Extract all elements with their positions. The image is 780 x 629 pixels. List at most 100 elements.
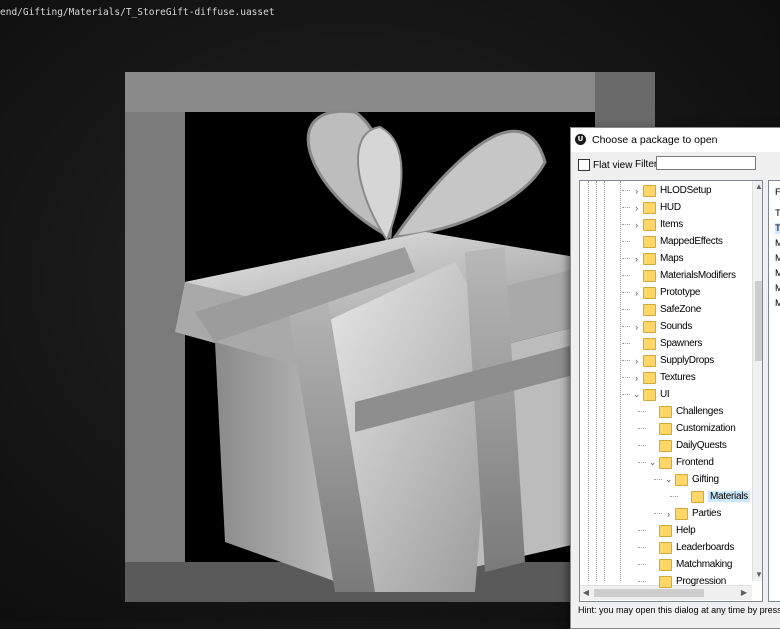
chevron-down-icon[interactable]: ⌄ [632, 389, 641, 400]
flat-view-checkbox[interactable]: Flat view [578, 159, 632, 171]
folder-icon [643, 252, 656, 265]
filter-input[interactable] [656, 156, 756, 170]
list-item[interactable]: M [775, 253, 780, 264]
tree-item[interactable]: Customization [648, 420, 736, 437]
tree-guide-line [622, 292, 630, 293]
tree-item[interactable]: › Items [632, 216, 683, 233]
tree-item-label: Items [660, 219, 683, 230]
checkbox-box[interactable] [578, 159, 590, 171]
chevron-right-icon[interactable]: › [632, 220, 641, 230]
folder-icon [643, 184, 656, 197]
folder-icon [643, 371, 656, 384]
choose-package-dialog: U Choose a package to open Flat view Fil… [570, 127, 780, 629]
tree-item-label: Textures [660, 372, 696, 383]
tree-guide-line [622, 190, 630, 191]
tree-guide-line [620, 181, 621, 581]
tree-item[interactable]: ⌄ Frontend [648, 454, 714, 471]
tree-item[interactable]: DailyQuests [648, 437, 727, 454]
chevron-down-icon[interactable]: ⌄ [648, 457, 657, 468]
tree-guide-line [638, 581, 646, 582]
tree-item[interactable]: › Maps [632, 250, 684, 267]
horizontal-scroll-thumb[interactable] [594, 589, 704, 597]
scroll-right-arrow-icon[interactable]: ▶ [738, 587, 750, 599]
tree-item[interactable]: Help [648, 522, 696, 539]
folder-icon [659, 405, 672, 418]
chevron-right-icon[interactable]: › [632, 186, 641, 196]
tree-vertical-scrollbar[interactable]: ▲ ▼ [752, 181, 762, 581]
unreal-logo-icon: U [575, 134, 586, 145]
tree-item[interactable]: Matchmaking [648, 556, 732, 573]
folder-icon [659, 524, 672, 537]
scroll-down-arrow-icon[interactable]: ▼ [753, 569, 762, 581]
chevron-right-icon[interactable]: › [632, 203, 641, 213]
folder-icon [643, 320, 656, 333]
scroll-left-arrow-icon[interactable]: ◀ [580, 587, 592, 599]
dialog-title-bar[interactable]: U Choose a package to open [571, 128, 780, 152]
package-list-panel[interactable]: FTTMMMMM [768, 180, 780, 602]
tree-item[interactable]: › Prototype [632, 284, 700, 301]
tree-item-label: Customization [676, 423, 736, 434]
tree-item[interactable]: Progression [648, 573, 726, 590]
list-item[interactable]: M [775, 238, 780, 249]
tree-guide-line [622, 224, 630, 225]
chevron-right-icon[interactable]: › [632, 322, 641, 332]
tree-guide-line [622, 326, 630, 327]
tree-guide-line [622, 360, 630, 361]
asset-path: end/Gifting/Materials/T_StoreGift-diffus… [0, 7, 275, 18]
tree-item[interactable]: › Textures [632, 369, 696, 386]
tree-guide-line [604, 181, 605, 581]
chevron-right-icon[interactable]: › [664, 509, 673, 519]
chevron-right-icon[interactable]: › [632, 254, 641, 264]
chevron-right-icon[interactable]: › [632, 373, 641, 383]
tree-item[interactable]: › HLODSetup [632, 182, 712, 199]
tree-item[interactable]: ⌄ Gifting [664, 471, 719, 488]
folder-icon [643, 388, 656, 401]
folder-icon [659, 456, 672, 469]
tree-item[interactable]: › Parties [664, 505, 721, 522]
folder-icon [659, 541, 672, 554]
tree-item[interactable]: Spawners [632, 335, 702, 352]
tree-item[interactable]: › Sounds [632, 318, 692, 335]
tree-item-label: Gifting [692, 474, 719, 485]
tree-item-label: Leaderboards [676, 542, 735, 553]
tree-item[interactable]: Materials [680, 488, 750, 505]
list-item[interactable]: T [775, 208, 780, 219]
flat-view-label: Flat view [593, 159, 633, 171]
list-item[interactable]: M [775, 268, 780, 279]
chevron-right-icon[interactable]: › [632, 288, 641, 298]
folder-icon [643, 286, 656, 299]
tree-guide-line [638, 428, 646, 429]
tree-item[interactable]: ⌄ UI [632, 386, 670, 403]
tree-item[interactable]: SafeZone [632, 301, 701, 318]
tree-item[interactable]: › SupplyDrops [632, 352, 714, 369]
tree-item[interactable]: Challenges [648, 403, 723, 420]
folder-icon [659, 575, 672, 588]
tree-item-label: Parties [692, 508, 722, 519]
vertical-scroll-thumb[interactable] [755, 281, 762, 361]
tree-guide-line [622, 309, 630, 310]
list-item[interactable]: M [775, 298, 780, 309]
tree-item[interactable]: MappedEffects [632, 233, 723, 250]
tree-guide-line [588, 181, 589, 581]
tree-guide-line [638, 411, 646, 412]
tree-guide-line [622, 343, 630, 344]
tree-item[interactable]: › HUD [632, 199, 681, 216]
folder-icon [659, 439, 672, 452]
tree-guide-line [638, 462, 646, 463]
list-column-header[interactable]: F [775, 187, 780, 198]
tree-item[interactable]: Leaderboards [648, 539, 734, 556]
tree-guide-line [638, 547, 646, 548]
tree-guide-line [622, 377, 630, 378]
package-tree[interactable]: ▲ ▼ ◀ ▶ › HLODSetup › HUD › Items MappedEffect… [579, 180, 763, 602]
tree-item-label: Help [676, 525, 696, 536]
tree-item-label: HUD [660, 202, 681, 213]
chevron-down-icon[interactable]: ⌄ [664, 474, 673, 485]
scroll-up-arrow-icon[interactable]: ▲ [753, 181, 762, 193]
tree-item-label: Prototype [660, 287, 701, 298]
chevron-right-icon[interactable]: › [632, 356, 641, 366]
tree-item-label: Spawners [660, 338, 703, 349]
folder-icon [643, 235, 656, 248]
tree-item[interactable]: MaterialsModifiers [632, 267, 736, 284]
list-item[interactable]: M [775, 283, 780, 294]
list-item[interactable]: T [775, 223, 780, 234]
